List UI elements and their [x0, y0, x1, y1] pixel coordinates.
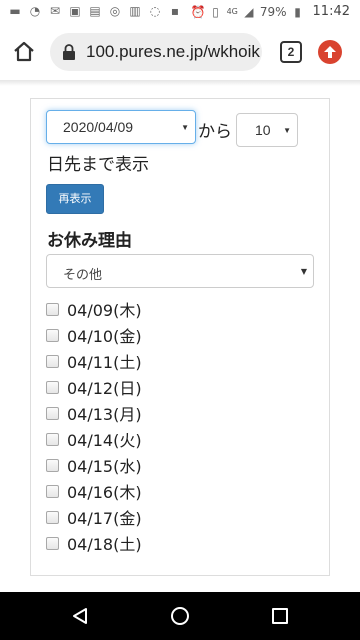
vibrate-icon: ▯ [212, 4, 219, 19]
redisplay-button[interactable]: 再表示 [46, 184, 104, 214]
back-icon [73, 608, 87, 624]
start-date-value: 2020/04/09 [63, 119, 134, 135]
browser-toolbar: 100.pures.ne.jp/wkhoik 2 [0, 24, 360, 80]
date-row[interactable]: 04/09(木) [46, 298, 142, 320]
date-label: 04/09(木) [67, 301, 142, 320]
date-row[interactable]: 04/18(土) [46, 532, 142, 554]
date-row[interactable]: 04/15(水) [46, 454, 142, 476]
date-row[interactable]: 04/16(木) [46, 480, 142, 502]
toolbar-shadow [0, 80, 360, 86]
date-checkbox[interactable] [46, 328, 59, 342]
chevron-down-icon: ▼ [181, 123, 189, 132]
network-type: 4G [226, 7, 238, 16]
date-label: 04/15(水) [67, 457, 142, 476]
date-checkbox[interactable] [46, 536, 59, 550]
tab-switcher-button[interactable]: 2 [280, 41, 302, 63]
app-icon: ◔ [29, 4, 41, 18]
circle-home-icon [171, 607, 189, 625]
date-label: 04/16(木) [67, 483, 142, 502]
days-select[interactable]: 10 ▼ [236, 113, 298, 147]
clipboard-icon: ▥ [129, 4, 141, 18]
battery-icon: ▮ [294, 4, 301, 19]
date-label: 04/13(月) [67, 405, 142, 424]
date-row[interactable]: 04/14(火) [46, 428, 142, 450]
notification-icons: ▬ ◔ ✉ ▣ ▤ ◎ ▥ ◌ ▪ [8, 4, 182, 18]
days-value: 10 [255, 122, 271, 138]
reason-select[interactable]: その他 ▼ [46, 254, 314, 288]
lock-icon [63, 44, 75, 60]
chevron-down-icon: ▼ [300, 267, 307, 276]
clock: 11:42 [312, 4, 350, 19]
status-bar: ▬ ◔ ✉ ▣ ▤ ◎ ▥ ◌ ▪ ⏰ ▯ 4G ◢ 79% ▮ 11:42 [0, 0, 360, 24]
date-checkbox[interactable] [46, 354, 59, 368]
date-checkbox[interactable] [46, 484, 59, 498]
home-icon [14, 41, 34, 62]
system-status: ⏰ ▯ 4G ◢ 79% ▮ 11:42 [191, 4, 350, 19]
date-row[interactable]: 04/17(金) [46, 506, 142, 528]
gallery-icon: ▣ [69, 4, 81, 18]
date-checkbox[interactable] [46, 406, 59, 420]
date-checkbox[interactable] [46, 380, 59, 394]
navigation-bar [0, 592, 360, 640]
home-nav-button[interactable] [170, 606, 190, 626]
date-checkbox[interactable] [46, 432, 59, 446]
warning-icon: ▪ [170, 4, 180, 18]
date-label: 04/11(土) [67, 353, 142, 372]
date-label: 04/17(金) [67, 509, 142, 528]
chevron-down-icon: ▼ [283, 126, 291, 135]
start-date-select[interactable]: 2020/04/09 ▼ [46, 110, 196, 144]
instagram-icon: ◎ [109, 4, 121, 18]
from-label: から [198, 122, 232, 142]
date-row[interactable]: 04/11(土) [46, 350, 142, 372]
arrow-up-icon [324, 46, 336, 58]
upload-button[interactable] [318, 40, 342, 64]
date-label: 04/12(日) [67, 379, 142, 398]
recents-button[interactable] [272, 608, 288, 624]
date-checkbox[interactable] [46, 510, 59, 524]
signal-icon: ◢ [244, 4, 254, 19]
date-label: 04/14(火) [67, 431, 142, 450]
address-bar[interactable]: 100.pures.ne.jp/wkhoik [50, 33, 262, 71]
days-suffix-label: 日先まで表示 [47, 155, 149, 175]
date-label: 04/10(金) [67, 327, 142, 346]
back-button[interactable] [70, 606, 90, 626]
messages-icon: ▬ [9, 4, 21, 18]
date-row[interactable]: 04/10(金) [46, 324, 142, 346]
sim-icon: ▤ [89, 4, 101, 18]
alarm-icon: ⏰ [190, 4, 206, 19]
gmail-icon: ✉ [49, 4, 61, 18]
url-text: 100.pures.ne.jp/wkhoik [86, 42, 260, 61]
battery-percent: 79% [259, 4, 287, 19]
date-checkbox[interactable] [46, 458, 59, 472]
date-label: 04/18(土) [67, 535, 142, 554]
bulb-icon: ◌ [149, 4, 161, 18]
date-checkbox[interactable] [46, 302, 59, 316]
date-row[interactable]: 04/12(日) [46, 376, 142, 398]
reason-value: その他 [63, 268, 103, 283]
date-row[interactable]: 04/13(月) [46, 402, 142, 424]
reason-heading: お休み理由 [47, 231, 132, 251]
home-button[interactable] [10, 38, 38, 66]
